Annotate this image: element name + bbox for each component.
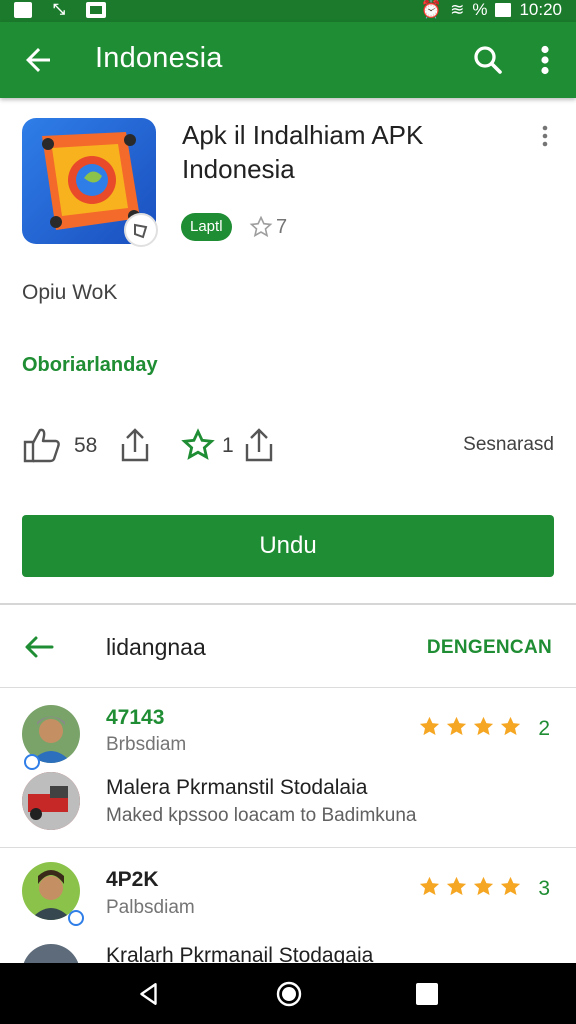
- section-divider: [0, 603, 576, 605]
- divider: [0, 847, 576, 848]
- review-body: Maked kpssoo loacam to Badimkuna: [106, 805, 417, 826]
- status-time: 10:20: [519, 0, 562, 19]
- app-category[interactable]: Oboriarlanday: [22, 354, 158, 377]
- review-image: [22, 772, 80, 830]
- back-arrow-icon[interactable]: [20, 42, 56, 78]
- notification-icon-2: ⤡: [52, 1, 65, 18]
- review-author: 47143: [106, 706, 165, 729]
- stats-row: 58 1 Sesnarasd: [22, 426, 554, 466]
- star-filled-icon: [419, 716, 440, 736]
- battery-icon: [495, 3, 512, 17]
- system-icons: ⏰ ≋ % 10:20: [421, 0, 562, 20]
- review-rating: [418, 715, 522, 738]
- page-title: Indonesia: [95, 42, 223, 74]
- thumbs-up-icon[interactable]: [22, 426, 62, 464]
- star-outline-icon: [249, 215, 273, 238]
- star-filled-icon: [473, 876, 494, 896]
- review-headline: Malera Pkrmanstil Stodalaia: [106, 776, 368, 799]
- notification-icon-3: [86, 2, 106, 18]
- install-button[interactable]: Undu: [22, 515, 554, 577]
- divider: [0, 687, 576, 688]
- star-filled-icon: [500, 876, 521, 896]
- review-author: 4P2K: [106, 868, 159, 891]
- system-nav-bar: [0, 963, 576, 1024]
- star-filled-icon: [473, 716, 494, 736]
- search-icon[interactable]: [470, 42, 506, 78]
- home-icon[interactable]: [275, 980, 303, 1008]
- alarm-icon: ⏰: [420, 0, 443, 19]
- status-bar: ⤡ ⏰ ≋ % 10:20: [0, 0, 576, 22]
- share-icon[interactable]: [242, 426, 276, 464]
- review-rating: [418, 875, 522, 898]
- notification-icons: ⤡: [14, 2, 106, 18]
- stats-right-label: Sesnarasd: [463, 434, 554, 455]
- stars-count: 1: [222, 434, 234, 457]
- verified-icon: [68, 910, 84, 926]
- signal-text: %: [472, 0, 488, 19]
- nav-back-icon[interactable]: [136, 981, 162, 1007]
- app-rating: 7: [276, 216, 288, 238]
- star-filled-icon: [446, 716, 467, 736]
- star-filled-icon: [419, 876, 440, 896]
- star-filled-icon: [500, 716, 521, 736]
- reviews-more-link[interactable]: DENGENCAN: [427, 637, 552, 659]
- review-helpful-count: 2: [538, 717, 550, 740]
- app-name: Apk il Indalhiam APK Indonesia: [182, 120, 424, 184]
- app-bar: Indonesia: [0, 22, 576, 98]
- wifi-icon: ≋: [450, 0, 465, 19]
- likes-count: 58: [74, 434, 98, 457]
- reviews-title: lidangnaa: [106, 634, 206, 660]
- more-vert-icon[interactable]: [530, 42, 560, 78]
- share-icon[interactable]: [118, 426, 152, 464]
- developer-name[interactable]: Opiu WoK: [22, 281, 117, 305]
- verified-icon: [24, 754, 40, 770]
- app-badge-icon: [124, 213, 158, 247]
- back-chevron-icon[interactable]: [22, 630, 56, 664]
- star-filled-icon: [446, 876, 467, 896]
- recents-icon[interactable]: [416, 983, 438, 1005]
- review-helpful-count: 3: [538, 877, 550, 900]
- overflow-menu-icon[interactable]: [534, 124, 556, 148]
- star-outline-icon[interactable]: [180, 428, 216, 462]
- review-date: Palbsdiam: [106, 897, 195, 918]
- version-badge: Laptl: [181, 213, 232, 241]
- review-date: Brbsdiam: [106, 734, 187, 755]
- notification-icon: [14, 2, 32, 18]
